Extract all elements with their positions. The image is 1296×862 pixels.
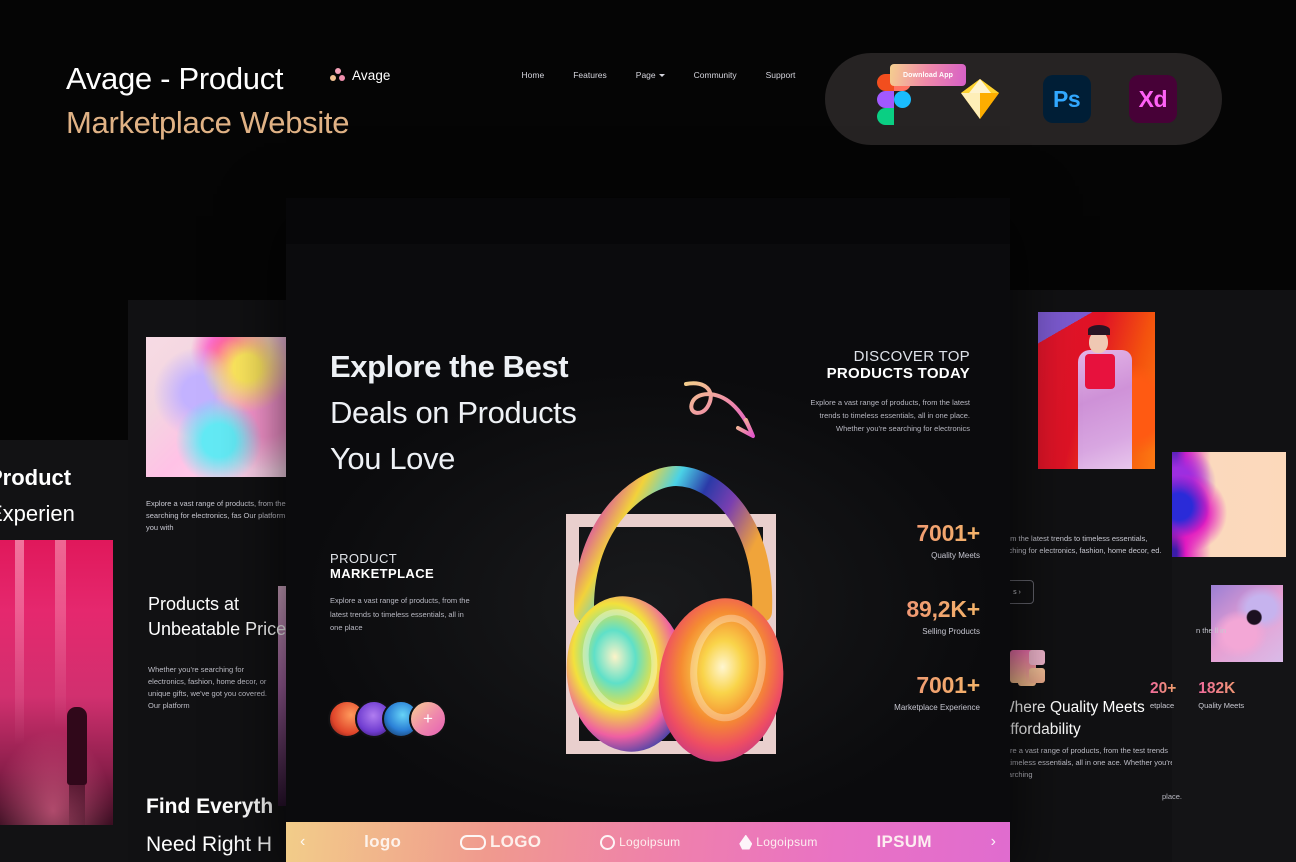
nav-link-page[interactable]: Page [636,70,665,80]
discover-kicker-1: DISCOVER TOP [853,348,970,365]
right-stat-item: 20+ etplace [1150,680,1176,710]
partner-logo: IPSUM [876,832,932,851]
nav-link-features[interactable]: Features [573,70,607,80]
partner-logo: LOGO [460,832,541,852]
logo-oval-icon [460,834,486,850]
partner-logo-text: Logoipsum [619,835,681,849]
mockup-topbar [286,198,1010,244]
right-panel-stats: 20+ etplace 182K Quality Meets [1150,680,1296,710]
right-stat-item: 182K Quality Meets [1198,680,1244,710]
right-panel-icon-glyph [1010,650,1046,684]
chevron-down-icon [658,73,665,77]
left-panel-card-body: Whether you're searching for electronics… [148,665,268,710]
partner-logo-strip: ‹ logo LOGO Logoipsum Logoipsum IPSUM › [286,822,1010,862]
stat-number: 7001+ [830,672,980,699]
discover-block: DISCOVER TOP PRODUCTS TODAY Explore a va… [800,348,970,435]
discover-body: Explore a vast range of products, from t… [810,398,970,433]
liquid-abstract-image [146,337,286,477]
nav-link-community[interactable]: Community [694,70,737,80]
xd-icon[interactable]: Xd [1127,73,1179,125]
headphones-product-image [548,462,798,762]
right-stat-label: Quality Meets [1198,701,1245,710]
xd-icon-label: Xd [1128,75,1177,123]
logo-strip-next-arrow[interactable]: › [991,833,996,851]
nav-link-support[interactable]: Support [766,70,796,80]
right-panel-tail-text-2: place. [1162,792,1183,801]
stat-item: 89,2K+ Selling Products [830,596,980,636]
logo-drop-icon [739,834,753,850]
model-shirt [1084,354,1116,389]
stat-number: 89,2K+ [830,596,980,623]
silhouette-figure [67,707,88,825]
page-root: Avage - Product Marketplace Website Ps X… [0,0,1296,862]
curly-arrow-icon [680,372,772,450]
swirl-3d-image [1211,585,1283,662]
stat-number: 7001+ [830,520,980,547]
right-panel-body: plore a vast range of products, from the… [1000,746,1175,779]
logo-strip-prev-arrow[interactable]: ‹ [300,833,305,851]
partner-logo: logo [364,832,402,851]
photoshop-icon-label: Ps [1042,75,1091,123]
avatar-group: + [328,700,447,738]
marketplace-block: PRODUCT MARKETPLACE Explore a vast range… [330,551,560,635]
model-head [1087,324,1110,353]
brand-name: Avage [352,67,391,83]
right-stat-label: etplace [1150,701,1175,710]
stat-label: Marketplace Experience [894,703,980,712]
right-panel-tail-text-1: n the ll in [1196,626,1227,635]
partner-logo-text: Logoipsum [756,835,818,849]
add-avatar-button[interactable]: + [409,700,447,738]
avage-logo-icon [330,68,345,82]
abstract-gradient-image [1172,452,1286,557]
title-line-2: Marketplace Website [66,105,350,140]
nav-links: Home Features Page Community Support [522,70,796,80]
logo-circle-icon [600,834,616,850]
partner-logo: Logoipsum [600,834,681,850]
photoshop-icon[interactable]: Ps [1041,73,1093,125]
nav-link-home[interactable]: Home [522,70,545,80]
mockup-navbar: Avage Home Features Page Community Suppo… [286,46,1010,104]
hero-line-1: Explore the Best [330,349,569,384]
fashion-model-image [1038,312,1155,469]
stat-item: 7001+ Quality Meets [830,520,980,560]
right-stat-number: 182K [1198,680,1244,698]
discover-kicker-2: PRODUCTS TODAY [826,365,970,382]
marketplace-body: Explore a vast range of products, from t… [330,596,470,632]
right-stat-number: 20+ [1150,680,1177,697]
neon-silhouette-image [0,540,113,825]
right-panel-body-top: om the latest trends to timeless essenti… [1006,534,1162,555]
partner-logo: Logoipsum [739,834,818,850]
left-panel-card-heading: Products at Unbeatable Prices [148,594,296,639]
stat-label: Quality Meets [931,551,980,560]
far-left-heading-rest: Experien [0,501,75,526]
marketplace-kicker-2: MARKETPLACE [330,566,435,581]
download-app-button[interactable]: Download App [890,64,966,86]
brand-logo[interactable]: Avage [330,68,391,83]
nav-link-page-label: Page [635,70,656,80]
hero-line-2: Deals on Products [330,395,577,430]
hero-stats: 7001+ Quality Meets 89,2K+ Selling Produ… [830,520,980,748]
stat-item: 7001+ Marketplace Experience [830,672,980,712]
stat-label: Selling Products [922,627,980,636]
marketplace-kicker-1: PRODUCT [330,551,398,566]
partner-logo-text: LOGO [490,832,542,851]
